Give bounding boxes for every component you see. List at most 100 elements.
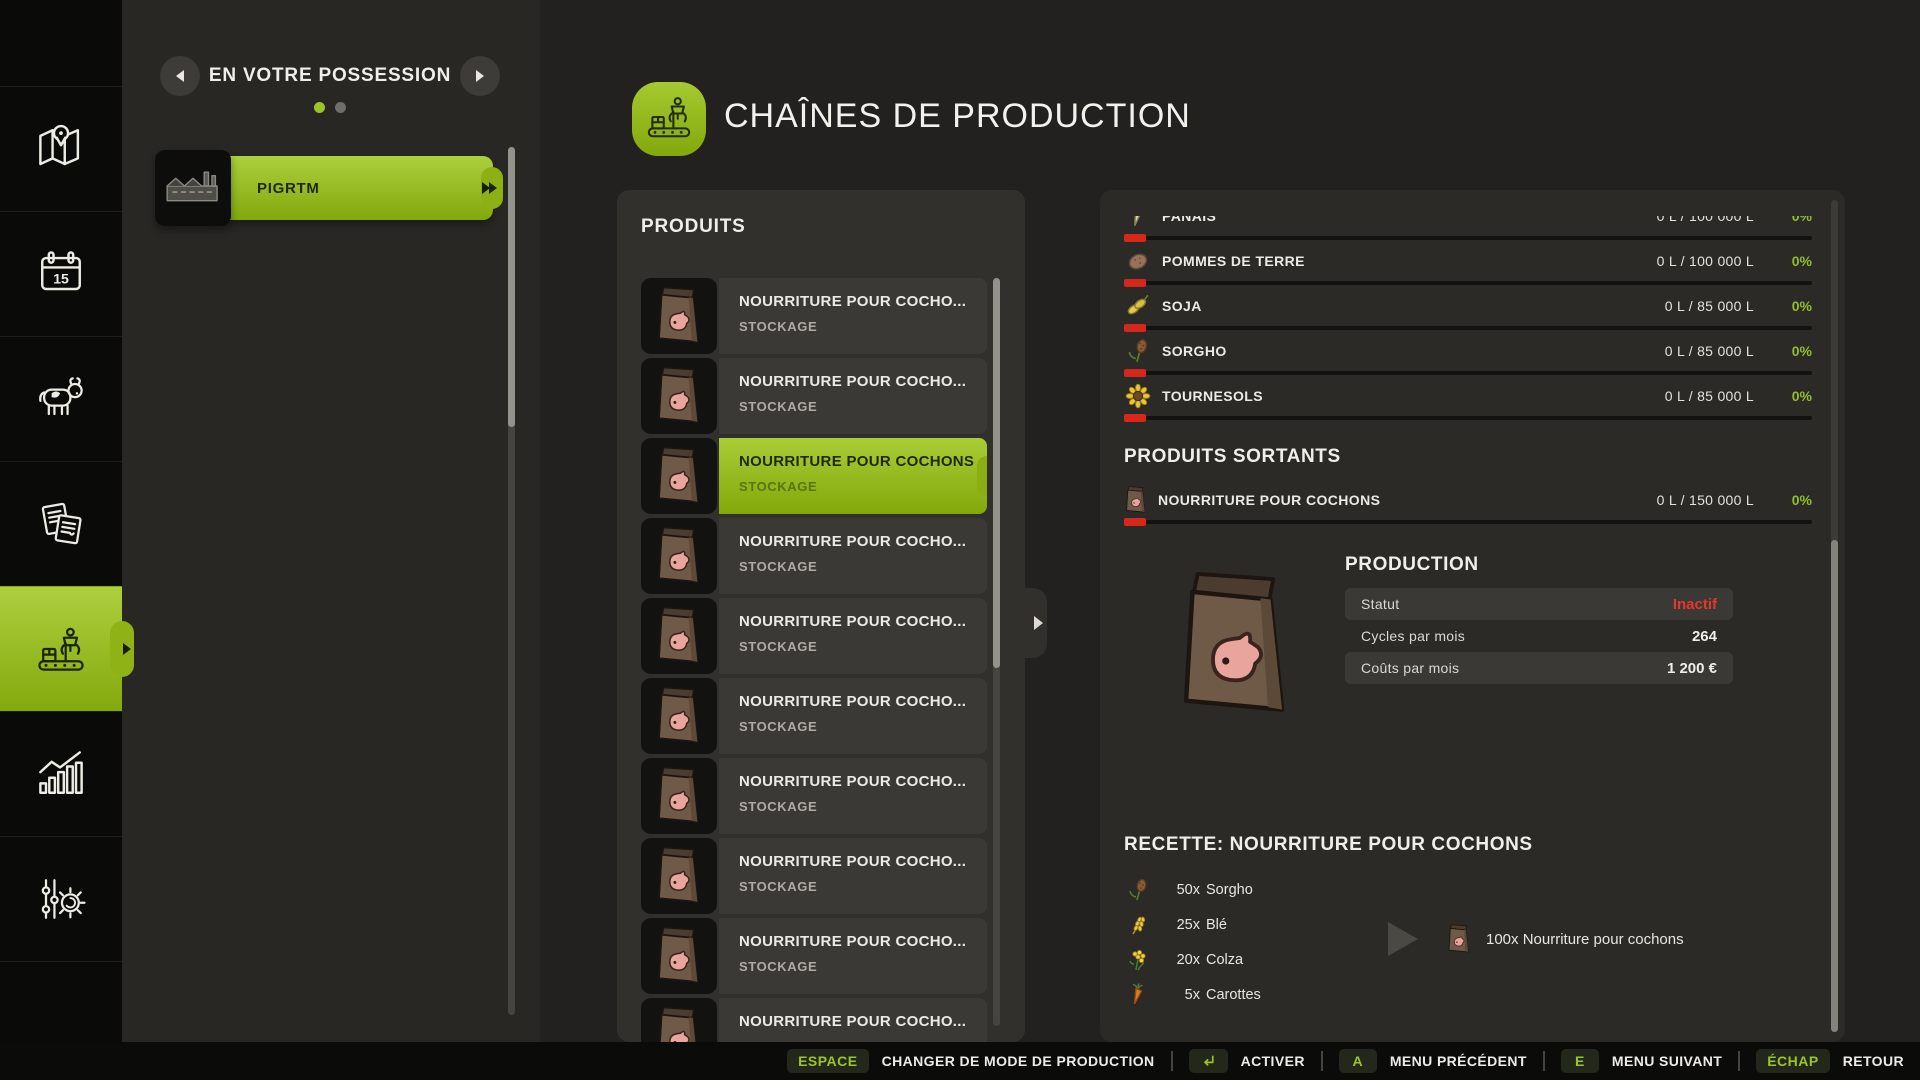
storage-row: SORGHO 0 L / 85 000 L 0% [1124,331,1812,376]
product-name: NOURRITURE POUR COCHO... [739,533,987,550]
fill-progress-bar [1124,326,1812,330]
product-subtitle: STOCKAGE [739,799,987,814]
info-value: 264 [1692,628,1717,645]
keybinding-entry[interactable]: ESPACE CHANGER DE MODE DE PRODUCTION [787,1049,1155,1073]
progress-marker [1124,279,1146,287]
fill-type-name: SOJA [1162,298,1202,314]
prev-category-button[interactable] [160,56,200,96]
keybinding-label: MENU PRÉCÉDENT [1390,1053,1527,1069]
keybinding-entries: ESPACE CHANGER DE MODE DE PRODUCTION ACT… [787,1049,1904,1073]
details-scroll-viewport: PANAIS 0 L / 100 000 L 0% POMMES DE T [1124,216,1812,1030]
production-icon [641,89,697,150]
input-storage-list: PANAIS 0 L / 100 000 L 0% POMMES DE T [1124,216,1812,421]
product-subtitle: STOCKAGE [739,319,987,334]
products-panel: PRODUITS NOURRITURE POUR COCHO... STOCKA… [617,190,1025,1042]
sidebar-divider [0,961,122,1002]
possession-panel: EN VOTRE POSSESSION PIGRTM [122,0,540,1080]
product-list-item[interactable]: NOURRITURE POUR COCHO... STOCKAGE [641,998,987,1042]
recipe-output: 100x Nourriture pour cochons [1446,922,1684,956]
keycap[interactable]: ESPACE [787,1049,869,1073]
keybinding-entry[interactable]: A MENU PRÉCÉDENT [1305,1049,1527,1073]
outputs-section-title: PRODUITS SORTANTS [1124,446,1341,468]
sorghum-icon [1124,337,1152,365]
product-list-item[interactable]: NOURRITURE POUR COCHO... STOCKAGE [641,838,987,914]
pigfood-icon [651,284,707,348]
owned-facility-item[interactable]: PIGRTM [155,150,493,226]
sidebar-tab[interactable] [0,336,122,461]
products-scrollbar-thumb[interactable] [993,278,1000,668]
wheat-icon [1126,913,1150,937]
sidebar-tab[interactable] [0,86,122,211]
sidebar-tab[interactable]: 15 [0,211,122,336]
return-icon[interactable] [1189,1049,1228,1073]
facility-thumbnail [155,150,231,226]
keycap[interactable]: A [1339,1049,1377,1073]
product-list-item[interactable]: NOURRITURE POUR COCHO... STOCKAGE [641,598,987,674]
product-list-item[interactable]: NOURRITURE POUR COCHO... STOCKAGE [641,358,987,434]
output-row: NOURRITURE POUR COCHONS 0 L / 150 000 L … [1124,480,1812,525]
info-label: Cycles par mois [1361,628,1692,644]
product-name: NOURRITURE POUR COCHO... [739,933,987,950]
product-subtitle: STOCKAGE [739,719,987,734]
chevron-right-icon [489,182,497,194]
selected-arrow-bump [977,456,987,496]
production-section-title: PRODUCTION [1345,554,1479,576]
next-category-button[interactable] [460,56,500,96]
product-subtitle: STOCKAGE [739,399,987,414]
sorghum-icon [1126,878,1150,902]
production-info-row: Coûts par mois 1 200 € [1345,652,1733,684]
product-list-item[interactable]: NOURRITURE POUR COCHONS STOCKAGE [641,438,987,514]
details-scrollbar-thumb[interactable] [1831,540,1838,1032]
cow-icon [31,369,91,429]
panel-expand-button[interactable] [1025,588,1047,658]
fill-progress-bar [1124,520,1812,524]
keycap[interactable]: E [1561,1049,1599,1073]
keybinding-bar: ESPACE CHANGER DE MODE DE PRODUCTION ACT… [0,1042,1920,1080]
product-subtitle: STOCKAGE [739,639,987,654]
production-chains-screen: 15 [0,0,1920,1080]
sidebar-tab[interactable] [0,711,122,836]
sidebar-tab[interactable] [0,586,122,711]
fill-percent: 0% [1754,298,1812,314]
possession-title: EN VOTRE POSSESSION [209,65,451,87]
pager-dot[interactable] [314,102,325,113]
storage-row: PANAIS 0 L / 100 000 L 0% [1124,216,1812,241]
active-tab-arrow [110,621,134,677]
product-list-item[interactable]: NOURRITURE POUR COCHO... STOCKAGE [641,918,987,994]
product-list-item[interactable]: NOURRITURE POUR COCHO... STOCKAGE [641,678,987,754]
product-list-item[interactable]: NOURRITURE POUR COCHO... STOCKAGE [641,518,987,594]
products-scrollbar[interactable] [993,278,1000,1026]
parsnip-icon [1124,216,1152,230]
pigfood-icon [651,1004,707,1042]
keycap[interactable]: ÉCHAP [1756,1049,1830,1073]
keybinding-entry[interactable]: ACTIVER [1155,1049,1305,1073]
keybinding-label: MENU SUIVANT [1612,1053,1722,1069]
fill-level-value: 0 L / 100 000 L [1657,253,1754,269]
keybinding-entry[interactable]: ÉCHAP RETOUR [1722,1049,1904,1073]
pager-dots [160,102,500,113]
sidebar-tab[interactable] [0,836,122,961]
possession-scrollbar-thumb[interactable] [508,147,515,427]
fill-level-value: 0 L / 85 000 L [1665,388,1754,404]
product-list-item[interactable]: NOURRITURE POUR COCHO... STOCKAGE [641,278,987,354]
sidebar-tab[interactable] [0,461,122,586]
production-info-table: Statut Inactif Cycles par mois 264 Coûts… [1345,588,1733,684]
fill-level-value: 0 L / 100 000 L [1657,216,1754,224]
ingredient-name: Sorgho [1206,882,1253,898]
product-list-item[interactable]: NOURRITURE POUR COCHO... STOCKAGE [641,758,987,834]
sunflower-icon [1124,382,1152,410]
recipe-section-title: RECETTE: NOURRITURE POUR COCHONS [1124,834,1533,856]
production-info-row: Cycles par mois 264 [1345,620,1733,652]
keybinding-label: RETOUR [1843,1053,1904,1069]
fill-type-name: TOURNESOLS [1162,388,1263,404]
recipe-arrow-icon [1388,922,1418,956]
ingredient-qty: 20x [1158,952,1200,968]
product-image [1172,565,1300,725]
fill-progress-bar [1124,371,1812,375]
keybinding-entry[interactable]: E MENU SUIVANT [1527,1049,1722,1073]
details-scrollbar[interactable] [1831,200,1838,1032]
info-label: Statut [1361,596,1673,612]
fill-percent: 0% [1754,343,1812,359]
possession-scrollbar[interactable] [508,147,515,1015]
pager-dot[interactable] [335,102,346,113]
